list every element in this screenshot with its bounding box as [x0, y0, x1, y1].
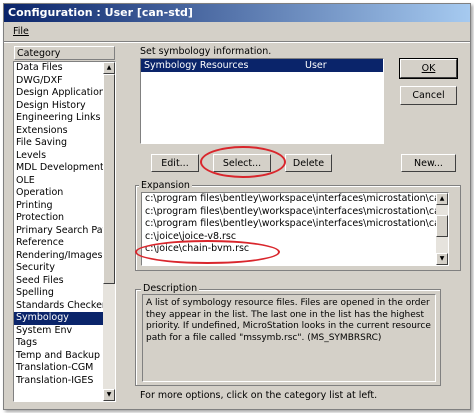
- select-button-annotation: [200, 146, 286, 178]
- category-item[interactable]: Design Applications: [14, 87, 115, 100]
- category-item[interactable]: File Saving: [14, 137, 115, 150]
- category-item[interactable]: Symbology: [14, 312, 115, 325]
- category-item[interactable]: Translation-IGES: [14, 375, 115, 388]
- footer-hint: For more options, click on the category …: [140, 390, 378, 401]
- category-items: Data Files DWG/DXF Design Applications Desi…: [14, 62, 115, 387]
- symbology-heading: Set symbology information.: [140, 46, 272, 57]
- category-item[interactable]: MDL Development: [14, 162, 115, 175]
- resource-row[interactable]: Symbology Resources User: [141, 59, 383, 72]
- expansion-line: c:\program files\bentley\workspace\inter…: [145, 218, 436, 229]
- category-item[interactable]: Operation: [14, 187, 115, 200]
- category-item[interactable]: Standards Checker: [14, 300, 115, 313]
- category-item[interactable]: Tags: [14, 337, 115, 350]
- category-scrollbar[interactable]: ▲ ▼: [103, 62, 115, 401]
- category-item[interactable]: Primary Search Paths: [14, 225, 115, 238]
- resource-name: Symbology Resources: [144, 60, 249, 71]
- configuration-window: Configuration : User [can-std] File Cate…: [3, 3, 471, 410]
- ok-button[interactable]: OK: [399, 58, 458, 79]
- scroll-up-icon[interactable]: ▲: [103, 62, 115, 74]
- category-item[interactable]: Protection: [14, 212, 115, 225]
- expansion-line: c:\program files\bentley\workspace\inter…: [145, 193, 436, 204]
- category-scroll-thumb[interactable]: [103, 74, 115, 284]
- category-item[interactable]: Temp and Backup Files: [14, 350, 115, 363]
- category-item[interactable]: Engineering Links: [14, 112, 115, 125]
- category-item[interactable]: DWG/DXF: [14, 75, 115, 88]
- resource-level: User: [305, 60, 327, 71]
- scroll-up-icon[interactable]: ▲: [436, 193, 448, 205]
- description-text: A list of symbology resource files. File…: [142, 294, 436, 382]
- category-header[interactable]: Category: [14, 46, 115, 60]
- menu-separator: [4, 41, 470, 43]
- new-button[interactable]: New...: [401, 154, 456, 172]
- category-item[interactable]: Security: [14, 262, 115, 275]
- title-bar: Configuration : User [can-std]: [4, 4, 470, 22]
- category-item[interactable]: Spelling: [14, 287, 115, 300]
- expansion-line: c:\program files\bentley\workspace\inter…: [145, 205, 436, 217]
- category-item[interactable]: Seed Files: [14, 275, 115, 288]
- scroll-down-icon[interactable]: ▼: [103, 389, 115, 401]
- category-item[interactable]: Rendering/Images: [14, 250, 115, 263]
- edit-button[interactable]: Edit...: [151, 154, 199, 172]
- chain-bvm-annotation: [135, 240, 280, 264]
- category-item[interactable]: Translation-CGM: [14, 362, 115, 375]
- scroll-down-icon[interactable]: ▼: [436, 253, 448, 265]
- category-item[interactable]: Printing: [14, 200, 115, 213]
- category-item[interactable]: Design History: [14, 100, 115, 113]
- ok-button-label: OK: [421, 63, 436, 74]
- category-item[interactable]: Levels: [14, 150, 115, 163]
- expansion-scroll-thumb[interactable]: [436, 215, 448, 237]
- expansion-title: Expansion: [139, 180, 192, 191]
- category-list[interactable]: Data Files DWG/DXF Design Applications Desi…: [13, 61, 116, 402]
- category-item[interactable]: System Env: [14, 325, 115, 338]
- delete-button[interactable]: Delete: [285, 154, 332, 172]
- cancel-button[interactable]: Cancel: [400, 86, 457, 105]
- resource-list[interactable]: Symbology Resources User: [140, 58, 384, 144]
- menu-file[interactable]: File: [13, 26, 29, 37]
- expansion-scrollbar[interactable]: ▲ ▼: [436, 193, 448, 265]
- description-title: Description: [141, 283, 200, 294]
- category-item[interactable]: Extensions: [14, 125, 115, 138]
- category-item[interactable]: OLE: [14, 175, 115, 188]
- menu-bar: File: [4, 23, 470, 40]
- category-header-label: Category: [17, 48, 61, 59]
- category-item[interactable]: Reference: [14, 237, 115, 250]
- category-item[interactable]: Data Files: [14, 62, 115, 75]
